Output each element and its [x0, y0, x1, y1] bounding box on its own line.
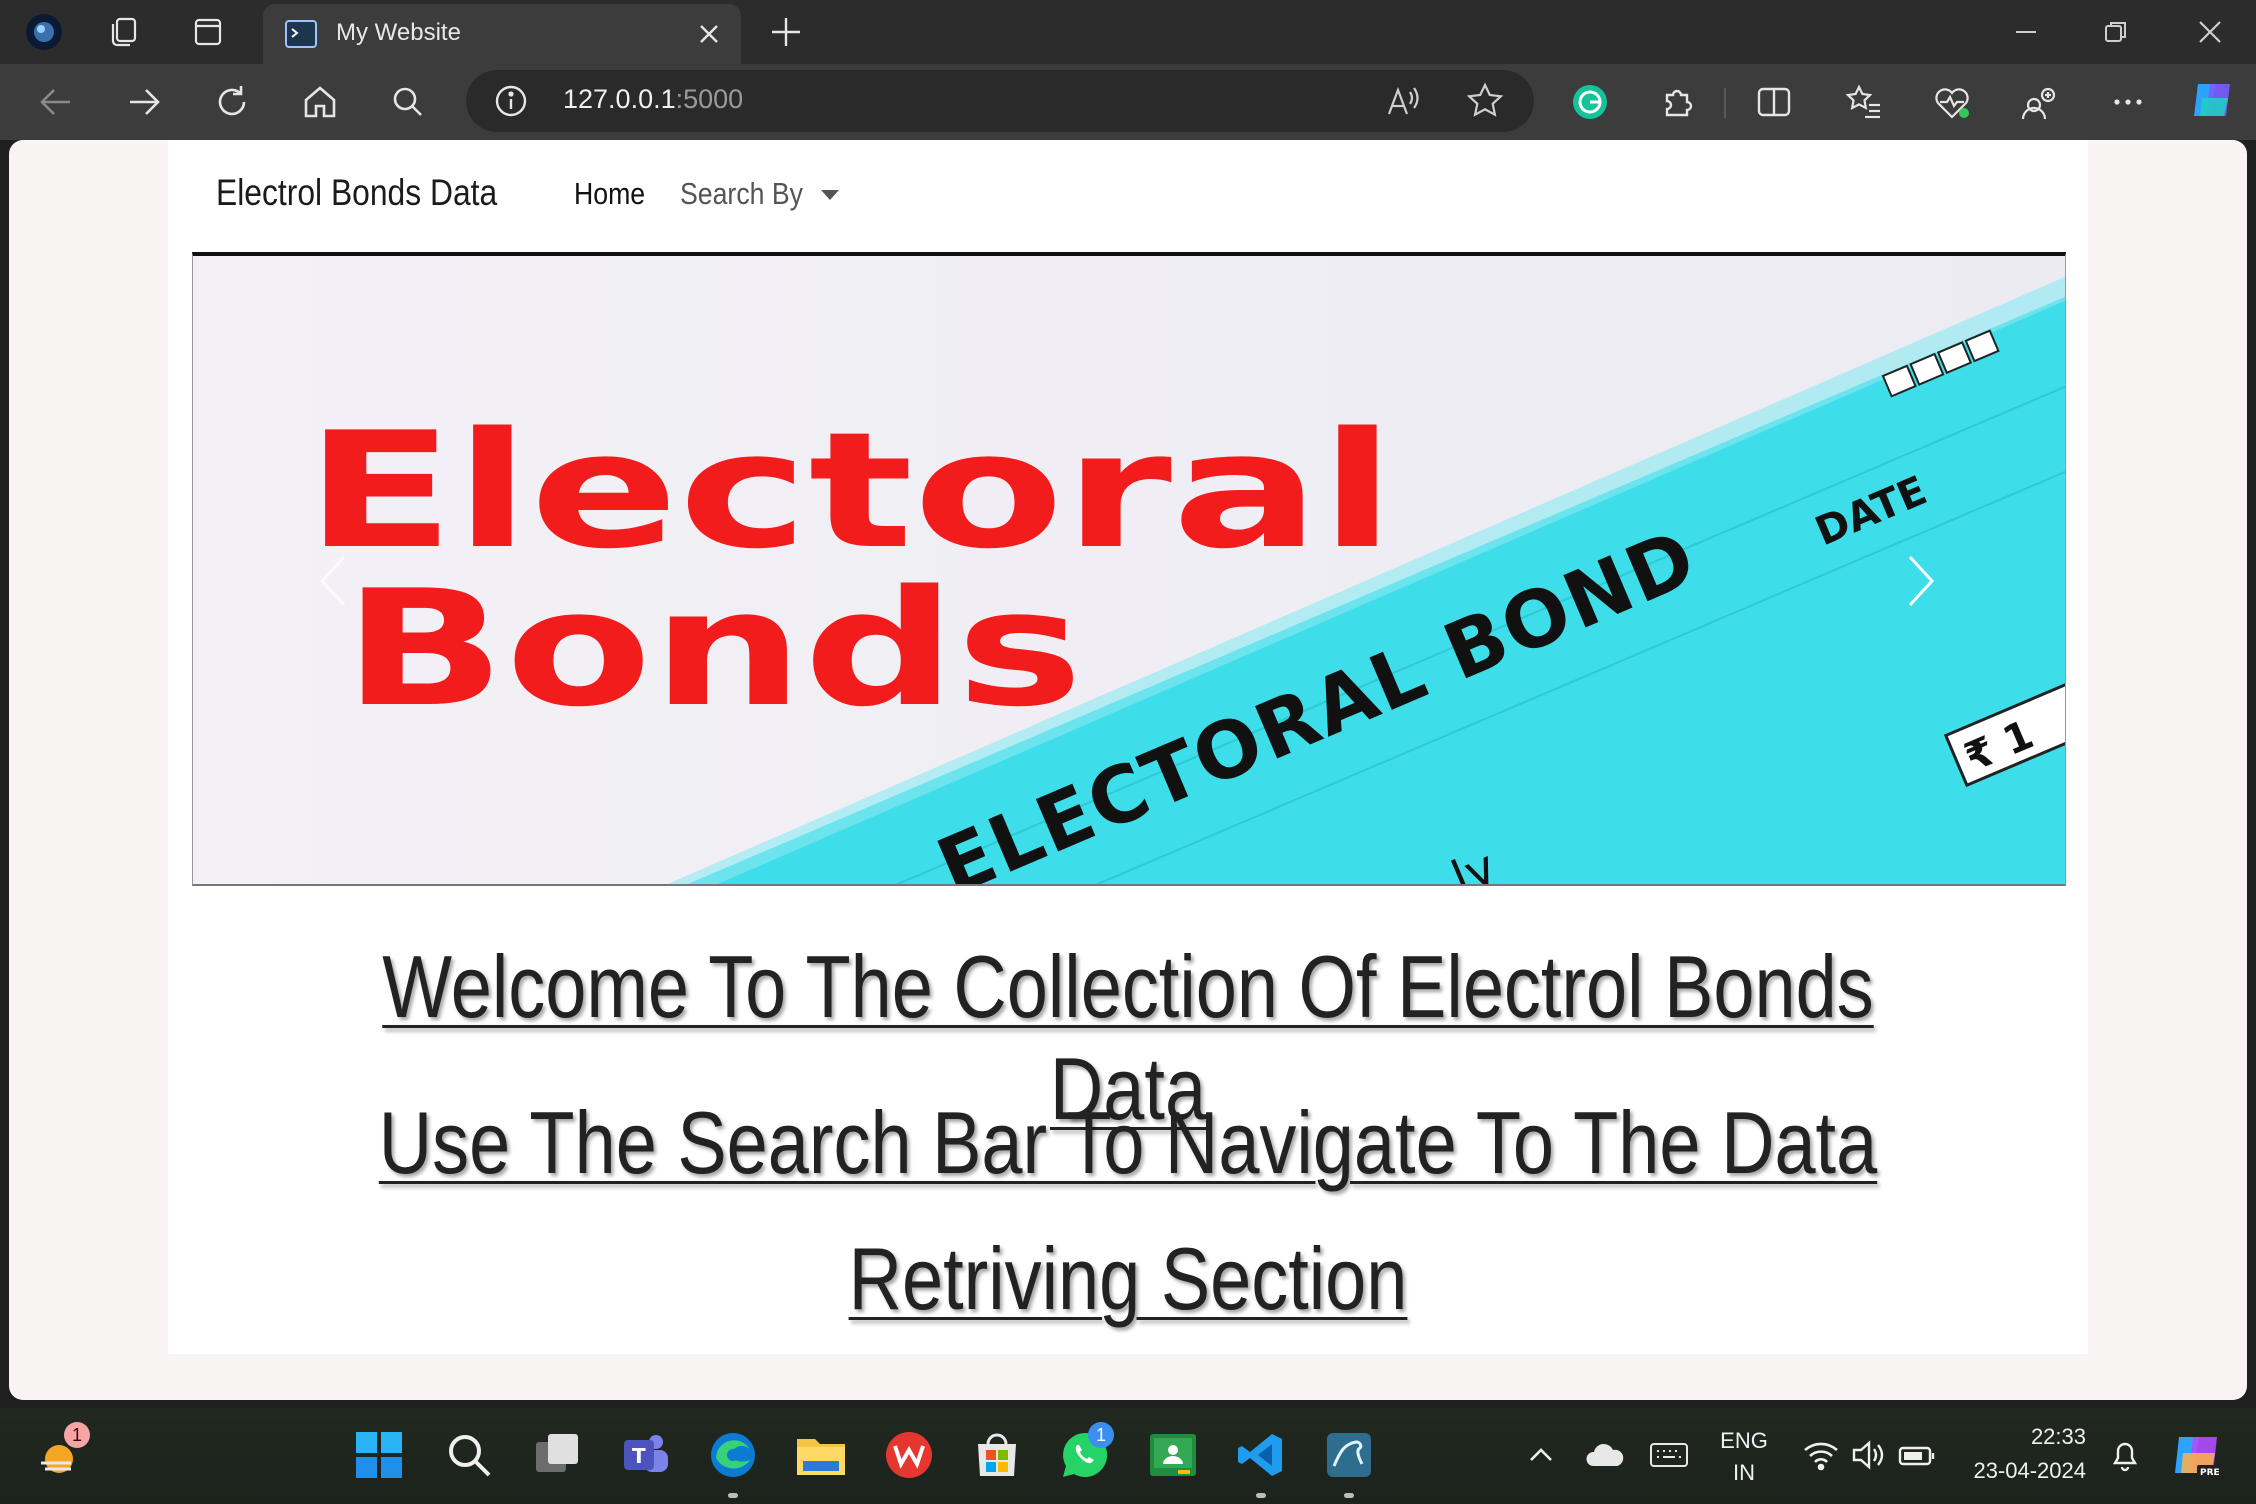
toolbar-divider	[1724, 88, 1726, 118]
address-bar[interactable]: 127.0.0.1:5000	[466, 70, 1534, 132]
nav-dropdown-search-by[interactable]: Search By	[680, 176, 803, 212]
split-screen-icon[interactable]	[1750, 78, 1798, 126]
taskbar-search-icon[interactable]	[440, 1426, 498, 1484]
terminal-favicon-icon	[285, 20, 317, 52]
profile-avatar-icon[interactable]	[24, 12, 64, 52]
back-arrow-icon[interactable]	[32, 78, 80, 126]
task-view-icon[interactable]	[528, 1426, 586, 1484]
banner-title-line2: Bonds	[343, 555, 1083, 742]
notification-bell-icon[interactable]	[2096, 1426, 2154, 1484]
wps-office-icon[interactable]	[880, 1426, 938, 1484]
grammarly-icon[interactable]	[1566, 78, 1614, 126]
touch-keyboard-icon[interactable]	[1640, 1426, 1698, 1484]
edge-running-indicator	[728, 1493, 738, 1498]
microsoft-store-icon[interactable]	[968, 1426, 1026, 1484]
svg-text:T: T	[632, 1444, 646, 1468]
close-window-icon[interactable]	[2190, 12, 2230, 52]
copilot-icon[interactable]	[2188, 76, 2236, 124]
workspaces-icon[interactable]	[104, 12, 144, 52]
instruction-heading-line2: Retriving Section	[848, 1229, 1408, 1328]
weather-badge: 1	[64, 1422, 90, 1448]
nav-link-home[interactable]: Home	[574, 176, 645, 212]
language-indicator-line1[interactable]: ENG	[1714, 1428, 1774, 1454]
windows-taskbar: 1 T 1 ENG IN 22:33 23-04-2024 PRE	[0, 1408, 2256, 1504]
browser-title-bar: My Website	[0, 0, 2256, 64]
more-options-icon[interactable]	[2104, 78, 2152, 126]
home-icon[interactable]	[296, 78, 344, 126]
mysql-running-indicator	[1344, 1493, 1354, 1498]
vscode-icon[interactable]	[1232, 1426, 1290, 1484]
clock-time[interactable]: 22:33	[1962, 1424, 2086, 1450]
instruction-heading-line1: Use The Search Bar To Navigate To The Da…	[378, 1093, 1878, 1192]
search-icon[interactable]	[384, 78, 432, 126]
favorites-icon[interactable]	[1840, 78, 1888, 126]
url-text[interactable]: 127.0.0.1:5000	[563, 84, 743, 115]
whatsapp-icon[interactable]: 1	[1056, 1422, 1114, 1484]
web-page: Electrol Bonds Data Home Search By DATE …	[168, 140, 2088, 1354]
dropdown-caret-icon[interactable]	[821, 190, 839, 200]
refresh-icon[interactable]	[208, 78, 256, 126]
google-classroom-icon[interactable]	[1144, 1426, 1202, 1484]
start-windows-icon[interactable]	[350, 1426, 408, 1484]
navbar-brand[interactable]: Electrol Bonds Data	[216, 172, 497, 214]
teams-icon[interactable]: T	[616, 1426, 674, 1484]
forward-arrow-icon[interactable]	[120, 78, 168, 126]
file-explorer-icon[interactable]	[792, 1426, 850, 1484]
language-indicator-line2[interactable]: IN	[1714, 1460, 1774, 1486]
banner-image: DATE ELECTORAL BOND ₹ 1 ly Electoral Bon…	[193, 256, 2065, 884]
copilot-preview-icon[interactable]: PRE	[2168, 1426, 2226, 1484]
read-aloud-icon[interactable]	[1386, 84, 1422, 122]
edge-browser-icon[interactable]	[704, 1426, 762, 1484]
browser-essentials-icon[interactable]	[1928, 78, 1976, 126]
favorite-star-icon[interactable]	[1466, 82, 1504, 124]
show-hidden-icons-chevron-icon[interactable]	[1512, 1426, 1570, 1484]
clock-date[interactable]: 23-04-2024	[1946, 1458, 2086, 1484]
browser-toolbar: 127.0.0.1:5000	[0, 64, 2256, 140]
mysql-workbench-icon[interactable]	[1320, 1426, 1378, 1484]
carousel-next-icon[interactable]	[1901, 546, 1941, 616]
vscode-running-indicator	[1256, 1493, 1266, 1498]
whatsapp-badge: 1	[1088, 1422, 1114, 1448]
tab-actions-icon[interactable]	[188, 12, 228, 52]
profile-sync-icon[interactable]	[2016, 78, 2064, 126]
weather-widget-icon[interactable]: 1	[32, 1422, 90, 1484]
site-info-icon[interactable]	[494, 84, 528, 122]
battery-icon[interactable]	[1888, 1426, 1946, 1484]
tab-title: My Website	[336, 19, 461, 46]
image-carousel: DATE ELECTORAL BOND ₹ 1 ly Electoral Bon…	[192, 252, 2066, 886]
tab-my-website[interactable]: My Website	[263, 4, 741, 64]
svg-text:PRE: PRE	[2200, 1468, 2220, 1478]
carousel-prev-icon[interactable]	[313, 546, 353, 616]
minimize-icon[interactable]	[2006, 12, 2046, 52]
url-host: 127.0.0.1	[563, 84, 676, 114]
extensions-icon[interactable]	[1654, 78, 1702, 126]
close-tab-icon[interactable]	[695, 20, 723, 52]
restore-icon[interactable]	[2096, 12, 2136, 52]
url-port: :5000	[675, 84, 744, 114]
new-tab-icon[interactable]	[766, 12, 806, 52]
onedrive-cloud-icon[interactable]	[1576, 1426, 1634, 1484]
